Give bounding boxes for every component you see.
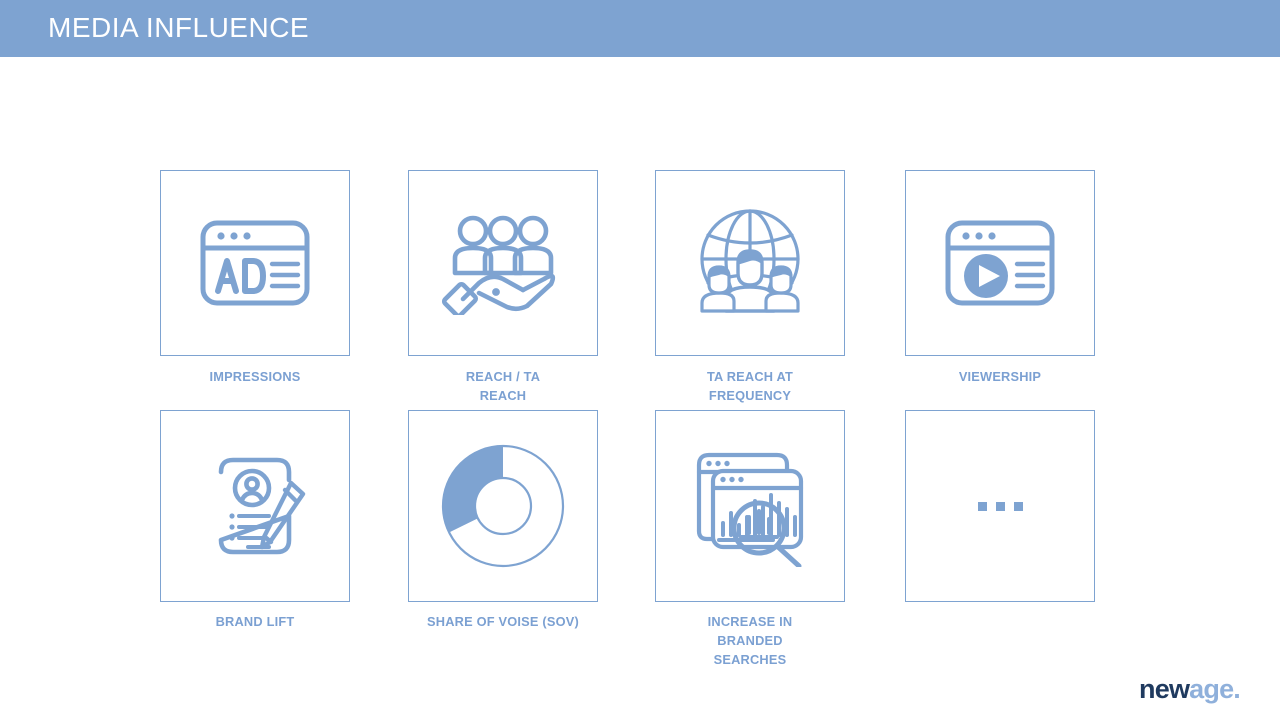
logo-text-primary: new xyxy=(1139,674,1190,704)
card-label: VIEWERSHIP xyxy=(958,369,1042,384)
ellipsis-dot xyxy=(995,501,1005,511)
card-row-1: IMPRESSIONS REACH / TA REACH TA REACH AT… xyxy=(160,170,1096,410)
newage-logo: newage. xyxy=(1139,674,1241,704)
card-label: BRAND LIFT xyxy=(215,614,295,629)
survey-document-pencil-icon xyxy=(203,452,307,560)
icon-card-grid: IMPRESSIONS REACH / TA REACH TA REACH AT… xyxy=(160,170,1096,667)
card-frame xyxy=(905,170,1095,356)
card-frame xyxy=(905,410,1095,602)
header-bar: MEDIA INFLUENCE xyxy=(0,0,1280,57)
card-label: IMPRESSIONS xyxy=(209,369,301,384)
card-label: REACH / TA REACH xyxy=(465,369,541,403)
video-play-browser-window-icon xyxy=(942,215,1058,311)
people-on-hand-icon xyxy=(441,211,565,315)
logo-text-secondary: age xyxy=(1189,674,1234,704)
page-title: MEDIA INFLUENCE xyxy=(48,12,310,43)
card-brand-lift[interactable]: BRAND LIFT xyxy=(160,410,350,631)
ellipsis-icon xyxy=(977,501,1023,511)
card-label: INCREASE IN BRANDED SEARCHES xyxy=(707,614,793,667)
card-reach-ta-reach[interactable]: REACH / TA REACH xyxy=(408,170,598,405)
card-impressions[interactable]: IMPRESSIONS xyxy=(160,170,350,386)
card-frame xyxy=(160,410,350,602)
card-frame xyxy=(655,410,845,602)
logo-text-dot: . xyxy=(1233,674,1240,704)
ad-browser-window-icon xyxy=(197,215,313,311)
card-increase-in-branded-searches[interactable]: INCREASE IN BRANDED SEARCHES xyxy=(655,410,845,669)
card-viewership[interactable]: VIEWERSHIP xyxy=(905,170,1095,386)
card-frame xyxy=(655,170,845,356)
card-row-2: BRAND LIFT SHARE OF VOISE (SOV) INCREASE… xyxy=(160,410,1096,667)
card-label: TA REACH AT FREQUENCY xyxy=(706,369,794,403)
globe-with-people-icon xyxy=(692,207,808,319)
card-frame xyxy=(160,170,350,356)
search-analytics-windows-icon xyxy=(689,445,811,567)
donut-chart-icon xyxy=(439,442,567,570)
ellipsis-dot xyxy=(977,501,987,511)
ellipsis-dot xyxy=(1013,501,1023,511)
card-frame xyxy=(408,170,598,356)
card-label: SHARE OF VOISE (SOV) xyxy=(427,614,579,629)
card-more-placeholder[interactable] xyxy=(905,410,1095,612)
card-share-of-voice[interactable]: SHARE OF VOISE (SOV) xyxy=(408,410,598,631)
card-ta-reach-at-frequency[interactable]: TA REACH AT FREQUENCY xyxy=(655,170,845,405)
card-frame xyxy=(408,410,598,602)
